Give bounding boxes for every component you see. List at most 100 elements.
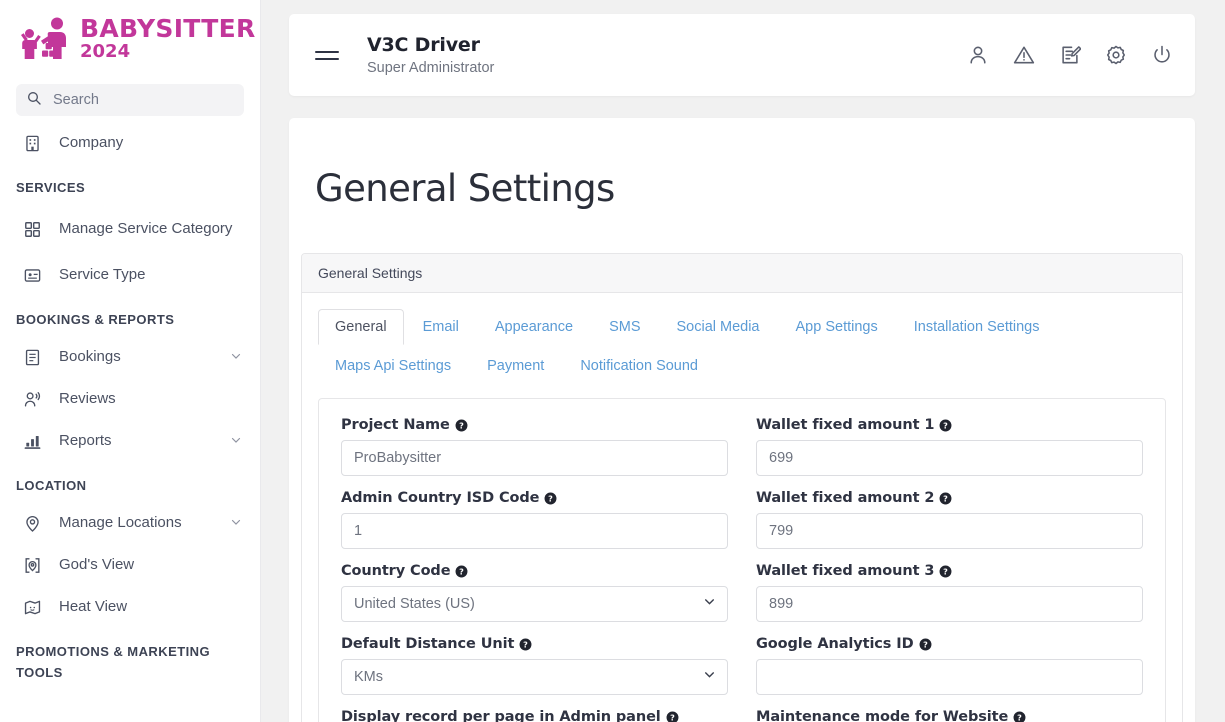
map-pin-icon <box>21 512 43 534</box>
chevron-down-icon[interactable] <box>230 349 242 366</box>
google-analytics-id-input[interactable] <box>756 659 1143 696</box>
id-card-icon <box>21 264 43 286</box>
project-name-input[interactable] <box>341 440 728 477</box>
field-country-code: Country Code ? United States (US) <box>341 563 728 623</box>
map-icon <box>21 596 43 618</box>
tab-app-settings[interactable]: App Settings <box>779 309 895 346</box>
help-circle-icon[interactable]: ? <box>455 419 468 432</box>
warning-triangle-icon[interactable] <box>1013 44 1035 66</box>
sidebar-item-gods-view[interactable]: God's View <box>0 544 260 586</box>
user-voice-icon <box>21 388 43 410</box>
field-default-distance-unit: Default Distance Unit ? KMs <box>341 636 728 696</box>
brand-logo[interactable]: BABYSITTER 2024 <box>0 0 260 72</box>
svg-text:?: ? <box>670 712 675 722</box>
sidebar-item-heat-view[interactable]: Heat View <box>0 586 260 628</box>
search-input[interactable] <box>51 91 234 109</box>
hamburger-icon[interactable] <box>315 46 339 65</box>
form-column-right: Wallet fixed amount 1 ? Wallet fixed amo… <box>756 417 1143 722</box>
panel-body: General Email Appearance SMS Social Medi… <box>302 293 1182 722</box>
settings-tabs-row-2: Maps Api Settings Payment Notification S… <box>318 348 1166 385</box>
help-circle-icon[interactable]: ? <box>666 711 679 722</box>
field-admin-country-isd-code: Admin Country ISD Code ? <box>341 490 728 550</box>
field-label: Project Name ? <box>341 417 728 433</box>
sidebar-item-label: Manage Service Category <box>59 220 233 238</box>
tab-general[interactable]: General <box>318 308 404 346</box>
search-box[interactable] <box>16 84 244 116</box>
field-label: Admin Country ISD Code ? <box>341 490 728 506</box>
search-icon <box>26 90 42 111</box>
sidebar-item-label: God's View <box>59 556 135 574</box>
country-code-select[interactable]: United States (US) <box>341 586 728 623</box>
field-google-analytics-id: Google Analytics ID ? <box>756 636 1143 696</box>
help-circle-icon[interactable]: ? <box>1013 711 1026 722</box>
field-label: Country Code ? <box>341 563 728 579</box>
settings-tabs-row-1: General Email Appearance SMS Social Medi… <box>318 308 1166 346</box>
field-label-text: Google Analytics ID <box>756 636 914 653</box>
chevron-down-icon[interactable] <box>230 515 242 532</box>
help-circle-icon[interactable]: ? <box>919 638 932 651</box>
svg-text:?: ? <box>944 566 949 576</box>
tab-appearance[interactable]: Appearance <box>478 309 590 346</box>
sidebar-item-manage-locations[interactable]: Manage Locations <box>0 502 260 544</box>
bar-chart-icon <box>21 430 43 452</box>
topbar-titles: V3C Driver Super Administrator <box>367 34 494 76</box>
help-circle-icon[interactable]: ? <box>455 565 468 578</box>
wallet-fixed-amount-2-input[interactable] <box>756 513 1143 550</box>
topbar-subtitle: Super Administrator <box>367 60 495 76</box>
settings-card: General Settings General Settings Genera… <box>289 118 1195 722</box>
svg-text:?: ? <box>923 639 928 649</box>
sidebar-item-reports[interactable]: Reports <box>0 420 260 462</box>
topbar-title: V3C Driver <box>367 34 480 56</box>
help-circle-icon[interactable]: ? <box>939 565 952 578</box>
wallet-fixed-amount-3-input[interactable] <box>756 586 1143 623</box>
field-wallet-fixed-amount-3: Wallet fixed amount 3 ? <box>756 563 1143 623</box>
sidebar-section-services: SERVICES <box>16 180 86 195</box>
building-icon <box>21 132 43 154</box>
panel-header: General Settings <box>302 253 1182 293</box>
sidebar-item-reviews[interactable]: Reviews <box>0 378 260 420</box>
help-circle-icon[interactable]: ? <box>519 638 532 651</box>
field-label: Display record per page in Admin panel ? <box>341 709 728 722</box>
admin-country-isd-code-input[interactable] <box>341 513 728 550</box>
tab-installation-settings[interactable]: Installation Settings <box>897 309 1057 346</box>
list-document-icon <box>21 346 43 368</box>
map-pin-square-icon <box>21 554 43 576</box>
field-label-text: Wallet fixed amount 2 <box>756 490 935 507</box>
field-maintenance-mode-for-website: Maintenance mode for Website ? No <box>756 709 1143 722</box>
field-label: Maintenance mode for Website ? <box>756 709 1143 722</box>
sidebar-section-location: LOCATION <box>16 478 87 494</box>
tab-sms[interactable]: SMS <box>592 309 657 346</box>
tab-email[interactable]: Email <box>406 309 476 346</box>
user-icon[interactable] <box>967 44 989 66</box>
sidebar-item-label: Bookings <box>59 348 121 366</box>
help-circle-icon[interactable]: ? <box>544 492 557 505</box>
grid-icon <box>21 218 43 240</box>
wallet-fixed-amount-1-input[interactable] <box>756 440 1143 477</box>
tab-payment[interactable]: Payment <box>470 348 561 385</box>
sidebar-item-bookings[interactable]: Bookings <box>0 336 260 378</box>
default-distance-unit-select[interactable]: KMs <box>341 659 728 696</box>
gear-icon[interactable] <box>1105 44 1127 66</box>
edit-document-icon[interactable] <box>1059 44 1081 66</box>
field-display-record-per-page: Display record per page in Admin panel ? <box>341 709 728 722</box>
tab-maps-api-settings[interactable]: Maps Api Settings <box>318 348 468 385</box>
sidebar-item-manage-service-category[interactable]: Manage Service Category <box>0 204 260 254</box>
svg-text:?: ? <box>944 493 949 503</box>
tab-social-media[interactable]: Social Media <box>659 309 776 346</box>
sidebar-item-label: Company <box>59 133 124 151</box>
sidebar-item-service-type[interactable]: Service Type <box>0 254 260 296</box>
chevron-down-icon[interactable] <box>230 433 242 450</box>
power-icon[interactable] <box>1151 44 1173 66</box>
svg-text:?: ? <box>460 566 465 576</box>
help-circle-icon[interactable]: ? <box>939 492 952 505</box>
field-label-text: Project Name <box>341 417 450 434</box>
topbar: V3C Driver Super Administrator <box>289 14 1195 96</box>
main-content: V3C Driver Super Administrator General S… <box>261 0 1225 722</box>
tab-notification-sound[interactable]: Notification Sound <box>563 348 715 385</box>
help-circle-icon[interactable]: ? <box>939 419 952 432</box>
field-label-text: Country Code <box>341 563 451 580</box>
sidebar-item-label: Manage Locations <box>59 514 182 532</box>
field-wallet-fixed-amount-2: Wallet fixed amount 2 ? <box>756 490 1143 550</box>
sidebar-item-label: Reviews <box>59 390 116 408</box>
sidebar-item-company[interactable]: Company <box>0 122 260 164</box>
